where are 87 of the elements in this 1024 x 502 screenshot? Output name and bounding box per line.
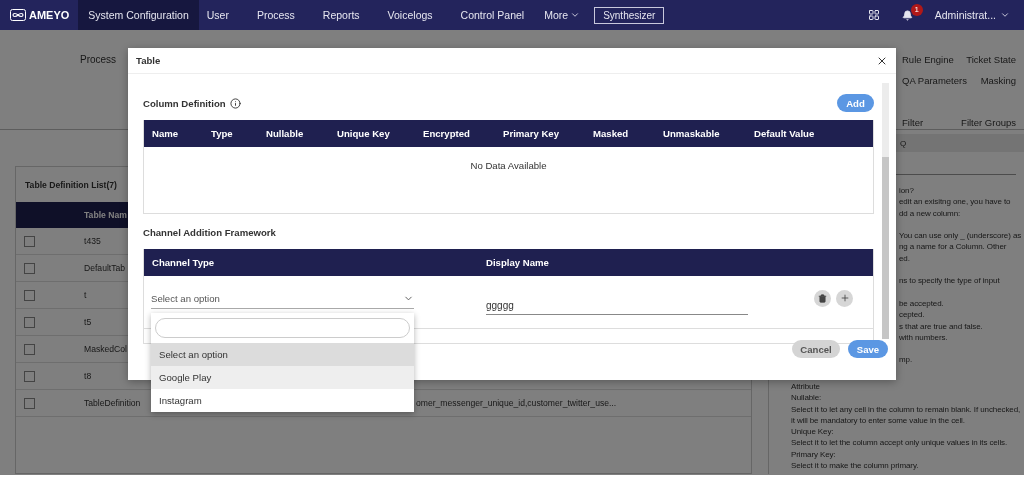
- dropdown-option[interactable]: Select an option: [151, 343, 414, 366]
- info-icon[interactable]: [229, 97, 241, 109]
- section-title: Channel Addition Framework: [143, 227, 276, 238]
- nav-tab[interactable]: Reports: [314, 0, 368, 30]
- help-text: it will be mandatory to enter some value in the cell.: [791, 415, 965, 425]
- apps-grid-icon[interactable]: [867, 9, 880, 21]
- help-text: edit an exisitng one, you have to: [899, 197, 1011, 207]
- table-cell: t5: [84, 317, 92, 327]
- subnav-item[interactable]: Rule Engine: [902, 54, 954, 65]
- column-header: Channel Type: [152, 257, 216, 268]
- help-text: with numbers.: [899, 332, 948, 342]
- help-text: cepted.: [899, 310, 925, 320]
- table-cell: t8: [84, 371, 92, 381]
- column-header: Name: [152, 128, 180, 139]
- column-header: Primary Key: [503, 128, 560, 139]
- help-text: dd a new column:: [899, 208, 961, 218]
- dropdown-option[interactable]: Google Play: [151, 366, 414, 389]
- help-text: ng a name for a Column. Other: [899, 242, 1007, 252]
- delete-button[interactable]: [814, 289, 831, 307]
- scrollbar[interactable]: [882, 83, 889, 339]
- column-header: Default Value: [754, 128, 816, 139]
- help-text: Unique Key:: [791, 427, 834, 437]
- help-text: mp.: [899, 355, 913, 365]
- synthesizer-button[interactable]: Synthesizer: [594, 6, 665, 24]
- nav-tab[interactable]: Process: [248, 0, 303, 30]
- column-header: Type: [211, 128, 234, 139]
- table-cell: DefaultTab: [84, 263, 126, 273]
- column-header: Display Name: [486, 257, 550, 268]
- chevron-down-icon: [1000, 10, 1010, 20]
- help-text: ion?: [899, 186, 914, 195]
- empty-message: No Data Available: [470, 160, 547, 173]
- add-row-button[interactable]: [836, 289, 853, 307]
- nav-tab[interactable]: Voicelogs: [379, 0, 441, 30]
- row-checkbox[interactable]: [24, 370, 35, 382]
- panel-title: Q: [900, 138, 907, 148]
- more-menu[interactable]: More: [544, 9, 581, 21]
- nav-tab[interactable]: Control Panel: [452, 0, 533, 30]
- row-checkbox[interactable]: [24, 289, 35, 301]
- help-text: ed.: [899, 253, 910, 263]
- dialog-title: Table: [136, 55, 161, 66]
- subnav-item[interactable]: Masking: [980, 75, 1016, 86]
- help-text: You can use only _ (underscore) as: [899, 231, 1022, 241]
- help-text: ns to specify the type of input: [899, 276, 1000, 286]
- nav-tab[interactable]: User: [198, 0, 237, 30]
- bell-icon[interactable]: [901, 9, 913, 21]
- search-field[interactable]: [155, 318, 410, 338]
- column-header: Nullable: [266, 128, 305, 139]
- row-checkbox[interactable]: [24, 397, 35, 409]
- cancel-button[interactable]: Cancel: [792, 340, 840, 358]
- help-text: Nullable:: [791, 393, 822, 403]
- help-text: Attribute: [791, 382, 820, 391]
- help-text: Select it to let any cell in the column to remain blank. If unchecked,: [791, 404, 1021, 414]
- table-cell: TableDefinition: [84, 398, 141, 408]
- column-header: Masked: [593, 128, 630, 139]
- subnav-item[interactable]: Filter: [902, 117, 924, 128]
- nav-tab[interactable]: System Configuration: [78, 0, 199, 30]
- row-checkbox[interactable]: [24, 235, 35, 247]
- column-header: Unmaskable: [663, 128, 721, 139]
- plus-icon: [839, 293, 850, 303]
- row-checkbox[interactable]: [24, 316, 35, 328]
- dropdown-option[interactable]: Instagram: [151, 389, 414, 412]
- column-header: Encrypted: [423, 128, 471, 139]
- row-checkbox[interactable]: [24, 343, 35, 355]
- user-menu[interactable]: Administrat...: [934, 9, 1010, 21]
- notification-badge: 1: [910, 3, 923, 16]
- row-checkbox[interactable]: [24, 262, 35, 274]
- ameyo-logo: AMEYO: [10, 9, 70, 21]
- table-cell: MaskedCol: [84, 344, 127, 354]
- card-title: Table Definition List(7): [25, 179, 117, 190]
- subnav-item[interactable]: Filter Groups: [961, 117, 1016, 128]
- help-text: s that are true and false.: [899, 321, 983, 331]
- subnav-item[interactable]: Ticket State: [966, 54, 1016, 65]
- help-text: Primary Key:: [791, 449, 836, 459]
- channel-type-select[interactable]: Select an option: [151, 289, 414, 309]
- help-text: be accepted.: [899, 298, 944, 308]
- chevron-down-icon: [570, 10, 581, 20]
- table-cell: t435: [84, 236, 101, 246]
- subnav-item[interactable]: QA Parameters: [902, 75, 967, 86]
- subnav-item[interactable]: Process: [80, 54, 117, 65]
- help-text: Select it to let the column accept only unique values in its cells.: [791, 438, 1008, 448]
- table-cell: t: [84, 290, 87, 300]
- help-text: Select it to make the column primary.: [791, 461, 919, 471]
- column-header: Unique Key: [337, 128, 391, 139]
- section-title: Column Definition: [143, 97, 226, 109]
- trash-icon: [818, 293, 827, 303]
- column-header: Table Nam: [84, 210, 127, 220]
- table-cell: omer_messenger_unique_id,customer_twitter_use...: [416, 398, 617, 408]
